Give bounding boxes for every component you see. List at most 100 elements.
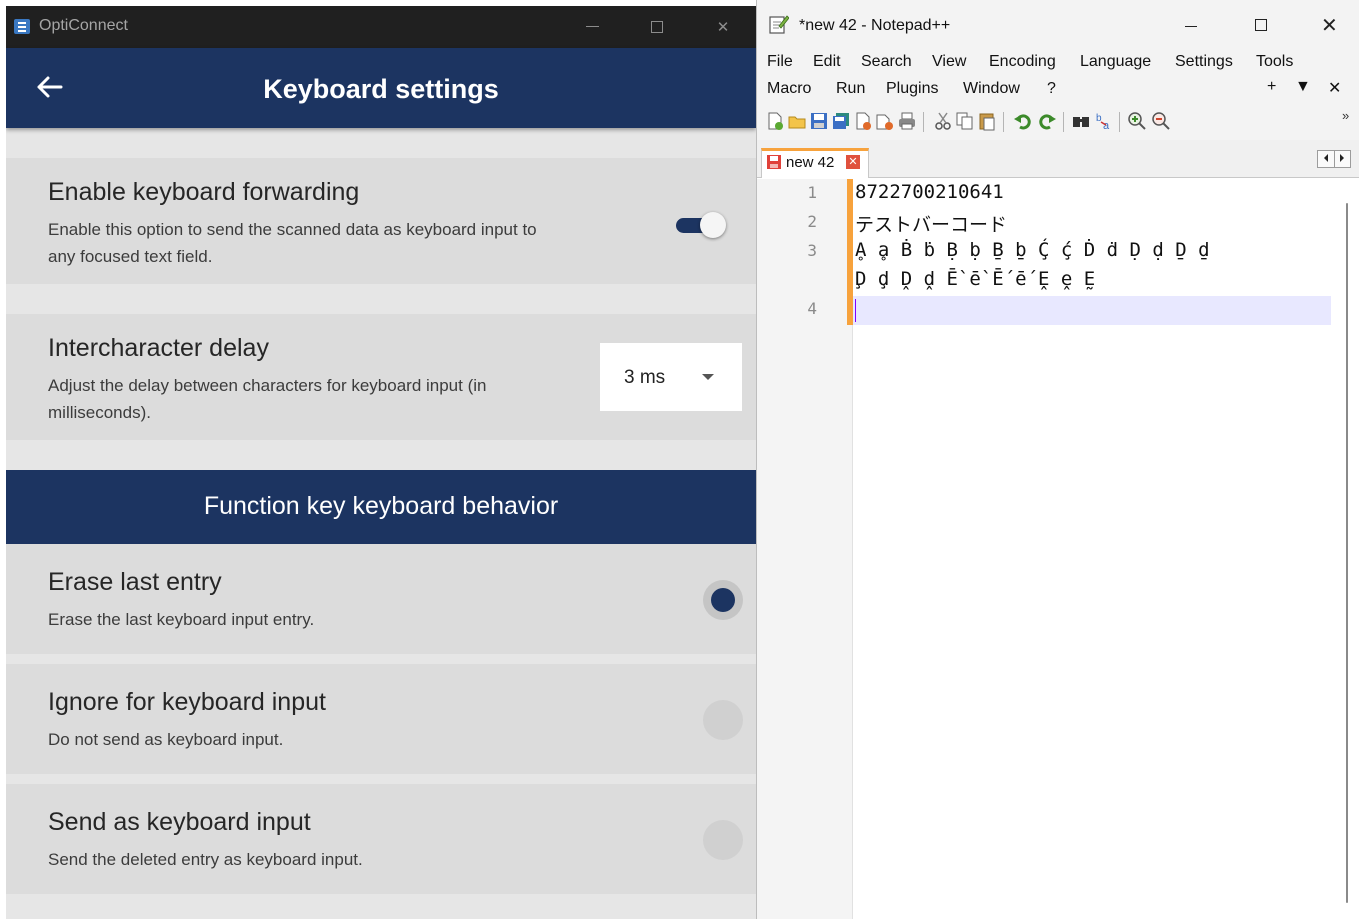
erase-last-entry-radio[interactable] — [703, 580, 743, 620]
menu-file[interactable]: File — [767, 53, 793, 71]
close-icon: ✕ — [1321, 13, 1338, 37]
scroll-right-icon[interactable] — [1340, 154, 1344, 162]
keyboard-forwarding-desc-line: any focused text field. — [48, 247, 213, 266]
fold-margin — [847, 325, 853, 919]
menu-search[interactable]: Search — [861, 53, 912, 71]
line-number: 1 — [807, 183, 817, 202]
keyboard-forwarding-description: Enable this option to send the scanned d… — [48, 216, 648, 270]
tab-bar: new 42 ✕ — [757, 140, 1359, 178]
new-tab-plus-icon[interactable]: + — [1267, 78, 1276, 96]
option-description: Do not send as keyboard input. — [48, 730, 284, 749]
vertical-scrollbar[interactable] — [1346, 203, 1348, 903]
notepadpp-app-icon — [769, 15, 789, 34]
intercharacter-delay-title: Intercharacter delay — [48, 334, 269, 362]
toolbar: ba » — [757, 104, 1359, 140]
opticonnect-titlebar: OptiConnect ✕ — [6, 6, 756, 48]
toolbar-overflow-icon[interactable]: » — [1342, 108, 1349, 123]
text-caret — [855, 299, 856, 322]
line-number-gutter — [757, 179, 847, 919]
close-button[interactable]: ✕ — [708, 12, 738, 42]
current-line-highlight — [853, 296, 1331, 325]
minimize-icon — [585, 26, 599, 27]
menu-run[interactable]: Run — [836, 80, 865, 98]
option-description: Erase the last keyboard input entry. — [48, 610, 315, 629]
menu-plugins[interactable]: Plugins — [886, 80, 938, 98]
minimize-button[interactable] — [1171, 10, 1211, 40]
option-send-keyboard-input[interactable]: Send as keyboard input Send the deleted … — [6, 784, 756, 894]
find-icon[interactable] — [1071, 111, 1091, 131]
print-icon[interactable] — [897, 111, 917, 131]
dropdown-caret-icon — [702, 374, 714, 380]
new-file-icon[interactable] — [765, 111, 785, 131]
option-title: Erase last entry — [48, 568, 222, 596]
notepadpp-window-title: *new 42 - Notepad++ — [799, 17, 951, 34]
unsaved-file-icon — [767, 155, 781, 169]
toolbar-separator — [923, 112, 924, 132]
toolbar-separator — [1003, 112, 1004, 132]
tab-scroll-buttons[interactable] — [1317, 150, 1351, 168]
send-keyboard-input-radio[interactable] — [703, 820, 743, 860]
tab-list-down-icon[interactable]: ▼ — [1295, 78, 1311, 96]
scroll-left-icon[interactable] — [1324, 154, 1328, 162]
text-editor[interactable]: 1 2 3 4 8722700210641 テストバーコード Ḁ ḁ Ḃ ḃ Ḅ… — [757, 179, 1359, 919]
option-ignore-keyboard-input[interactable]: Ignore for keyboard input Do not send as… — [6, 664, 756, 774]
option-title: Send as keyboard input — [48, 808, 311, 836]
line-number: 3 — [807, 241, 817, 260]
close-icon: ✕ — [716, 18, 730, 36]
option-description: Send the deleted entry as keyboard input… — [48, 850, 363, 869]
toggle-thumb — [700, 212, 726, 238]
replace-icon[interactable]: ba — [1095, 111, 1115, 131]
menu-language[interactable]: Language — [1080, 53, 1151, 71]
minimize-button[interactable] — [577, 12, 607, 42]
notepadpp-titlebar: *new 42 - Notepad++ ✕ — [757, 0, 1359, 50]
menu-edit[interactable]: Edit — [813, 53, 841, 71]
option-erase-last-entry[interactable]: Erase last entry Erase the last keyboard… — [6, 544, 756, 654]
ignore-keyboard-input-radio[interactable] — [703, 700, 743, 740]
notepadpp-window: *new 42 - Notepad++ ✕ File Edit Search V… — [756, 0, 1359, 919]
paste-icon[interactable] — [977, 111, 997, 131]
open-file-icon[interactable] — [787, 111, 807, 131]
menu-tools[interactable]: Tools — [1256, 53, 1293, 71]
intercharacter-delay-dropdown[interactable]: 3 ms — [600, 343, 742, 411]
editor-line: Ḑ ḑ Ḓ ḓ Ḕ ḕ Ḗ ḗ Ḙ ḙ Ḛ — [855, 268, 1096, 290]
function-key-section-title: Function key keyboard behavior — [203, 492, 559, 520]
maximize-button[interactable] — [642, 12, 672, 42]
menu-settings[interactable]: Settings — [1175, 53, 1233, 71]
menubar: File Edit Search View Encoding Language … — [757, 50, 1359, 104]
tab-close-icon[interactable]: ✕ — [846, 155, 860, 169]
redo-icon[interactable] — [1037, 111, 1057, 131]
intercharacter-delay-desc-line: milliseconds). — [48, 403, 151, 422]
menu-macro[interactable]: Macro — [767, 80, 811, 98]
option-title: Ignore for keyboard input — [48, 688, 326, 716]
editor-line: Ḁ ḁ Ḃ ḃ Ḅ ḅ Ḇ ḇ Ḉ ḉ Ḋ ḋ Ḍ ḍ Ḏ ḏ — [855, 239, 1210, 261]
menu-help[interactable]: ? — [1047, 80, 1056, 98]
tab-scroll-divider — [1334, 151, 1335, 167]
menu-encoding[interactable]: Encoding — [989, 53, 1056, 71]
undo-icon[interactable] — [1013, 111, 1033, 131]
save-icon[interactable] — [809, 111, 829, 131]
opticonnect-window: OptiConnect ✕ Keyboard settings Enable k… — [6, 6, 756, 919]
close-file-icon[interactable] — [853, 111, 873, 131]
tab-new-42[interactable]: new 42 ✕ — [761, 148, 869, 178]
keyboard-forwarding-card: Enable keyboard forwarding Enable this o… — [6, 158, 756, 284]
save-all-icon[interactable] — [831, 111, 851, 131]
toolbar-separator — [1119, 112, 1120, 132]
maximize-button[interactable] — [1241, 10, 1281, 40]
zoom-out-icon[interactable] — [1151, 111, 1171, 131]
copy-icon[interactable] — [955, 111, 975, 131]
toolbar-separator — [1063, 112, 1064, 132]
close-button[interactable]: ✕ — [1309, 10, 1349, 40]
delay-selected-value: 3 ms — [624, 367, 666, 388]
zoom-in-icon[interactable] — [1127, 111, 1147, 131]
line-number: 4 — [807, 299, 817, 318]
menu-view[interactable]: View — [932, 53, 966, 71]
menu-window[interactable]: Window — [963, 80, 1020, 98]
editor-line: テストバーコード — [855, 214, 1008, 236]
line-number: 2 — [807, 212, 817, 231]
cut-icon[interactable] — [933, 111, 953, 131]
keyboard-forwarding-toggle[interactable] — [676, 211, 728, 239]
close-all-icon[interactable] — [875, 111, 895, 131]
close-document-icon[interactable]: ✕ — [1328, 78, 1341, 98]
app-header: Keyboard settings — [6, 48, 756, 128]
editor-line: 8722700210641 — [855, 181, 1004, 203]
